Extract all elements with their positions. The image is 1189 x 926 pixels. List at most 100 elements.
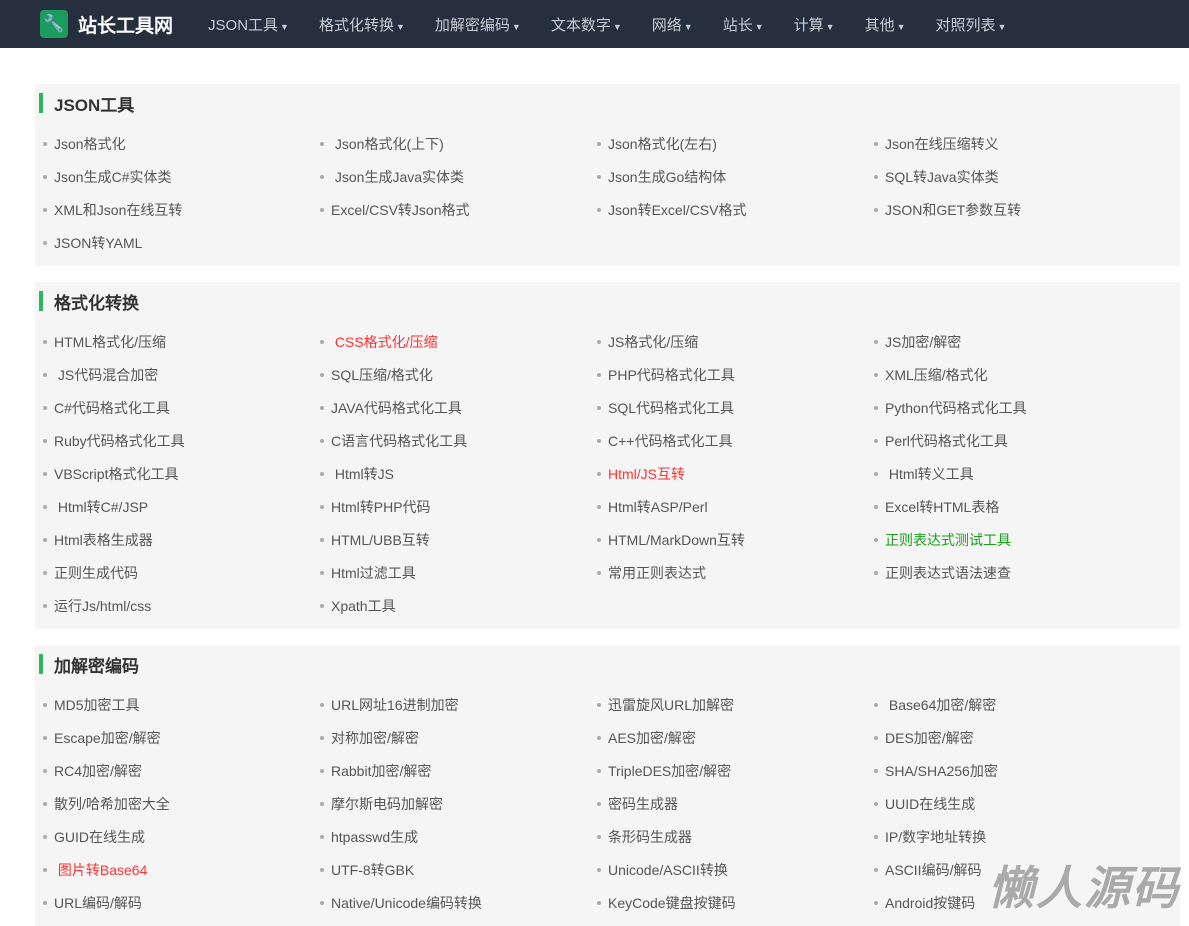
tool-link[interactable]: 常用正则表达式: [597, 556, 874, 589]
tool-link[interactable]: JS格式化/压缩: [597, 325, 874, 358]
tool-link-label: KeyCode键盘按键码: [608, 894, 736, 911]
tool-link[interactable]: Xpath工具: [320, 589, 597, 622]
tool-link[interactable]: 正则表达式测试工具: [874, 523, 1151, 556]
tool-link[interactable]: PHP代码格式化工具: [597, 358, 874, 391]
nav-menu-1[interactable]: 格式化转换 ▼: [304, 14, 420, 35]
tool-link-label: GUID在线生成: [54, 828, 145, 845]
tool-link[interactable]: Json在线压缩转义: [874, 127, 1151, 160]
tool-link[interactable]: Html转JS: [320, 457, 597, 490]
tool-link[interactable]: Json生成Java实体类: [320, 160, 597, 193]
tool-link[interactable]: XML压缩/格式化: [874, 358, 1151, 391]
tool-link[interactable]: RC4加密/解密: [43, 754, 320, 787]
tool-grid: HTML格式化/压缩 CSS格式化/压缩 JS格式化/压缩 JS加密/解密 JS代码…: [35, 325, 1180, 622]
tool-link[interactable]: SQL压缩/格式化: [320, 358, 597, 391]
tool-link[interactable]: Html转ASP/Perl: [597, 490, 874, 523]
tool-link[interactable]: Excel转HTML表格: [874, 490, 1151, 523]
bullet-icon: [874, 207, 878, 212]
tool-link[interactable]: JS代码混合加密: [43, 358, 320, 391]
tool-link[interactable]: CSS格式化/压缩: [320, 325, 597, 358]
tool-link[interactable]: HTML/UBB互转: [320, 523, 597, 556]
tool-link[interactable]: MD5加密工具: [43, 688, 320, 721]
tool-link[interactable]: VBScript格式化工具: [43, 457, 320, 490]
tool-link-label: C语言代码格式化工具: [331, 432, 468, 449]
tool-link[interactable]: 运行Js/html/css: [43, 589, 320, 622]
tool-link[interactable]: DES加密/解密: [874, 721, 1151, 754]
tool-link-label: Html转PHP代码: [331, 498, 431, 515]
tool-link[interactable]: TripleDES加密/解密: [597, 754, 874, 787]
tool-link[interactable]: 对称加密/解密: [320, 721, 597, 754]
tool-link[interactable]: HTML/MarkDown互转: [597, 523, 874, 556]
bullet-icon: [43, 471, 47, 476]
tool-link[interactable]: Html转义工具: [874, 457, 1151, 490]
nav-menu-3[interactable]: 文本数字 ▼: [536, 14, 637, 35]
tool-link[interactable]: 散列/哈希加密大全: [43, 787, 320, 820]
tool-link-label: C++代码格式化工具: [608, 432, 733, 449]
section-1: 格式化转换 HTML格式化/压缩 CSS格式化/压缩 JS格式化/压缩 JS加密/解密…: [35, 282, 1180, 629]
tool-link[interactable]: Base64加密/解密: [874, 688, 1151, 721]
nav-menu-2[interactable]: 加解密编码 ▼: [420, 14, 536, 35]
tool-link[interactable]: 正则表达式语法速查: [874, 556, 1151, 589]
tool-link[interactable]: Escape加密/解密: [43, 721, 320, 754]
tool-link[interactable]: Json格式化(上下): [320, 127, 597, 160]
tool-link[interactable]: URL网址16进制加密: [320, 688, 597, 721]
tool-link[interactable]: Rabbit加密/解密: [320, 754, 597, 787]
tool-link-label: 常用正则表达式: [608, 564, 706, 581]
tool-link[interactable]: Native/Unicode编码转换: [320, 886, 597, 919]
tool-link[interactable]: Perl代码格式化工具: [874, 424, 1151, 457]
tool-link[interactable]: Unicode/ASCII转换: [597, 853, 874, 886]
tool-link[interactable]: Html/JS互转: [597, 457, 874, 490]
tool-link[interactable]: IP/数字地址转换: [874, 820, 1151, 853]
tool-link[interactable]: Python代码格式化工具: [874, 391, 1151, 424]
tool-link[interactable]: 图片转Base64: [43, 853, 320, 886]
tool-link[interactable]: Html表格生成器: [43, 523, 320, 556]
tool-link[interactable]: 迅雷旋风URL加解密: [597, 688, 874, 721]
nav-menu-5[interactable]: 站长 ▼: [708, 14, 779, 35]
tool-link[interactable]: C#代码格式化工具: [43, 391, 320, 424]
section-title: 格式化转换: [39, 291, 1180, 313]
bullet-icon: [320, 801, 324, 806]
tool-link[interactable]: 密码生成器: [597, 787, 874, 820]
tool-link[interactable]: JS加密/解密: [874, 325, 1151, 358]
tool-link[interactable]: SQL转Java实体类: [874, 160, 1151, 193]
tool-link[interactable]: C++代码格式化工具: [597, 424, 874, 457]
bullet-icon: [597, 438, 601, 443]
tool-link[interactable]: UTF-8转GBK: [320, 853, 597, 886]
tool-link[interactable]: Json格式化(左右): [597, 127, 874, 160]
tool-link[interactable]: Html过滤工具: [320, 556, 597, 589]
nav-menu-6[interactable]: 计算 ▼: [779, 14, 850, 35]
tool-link[interactable]: Html转C#/JSP: [43, 490, 320, 523]
nav-menu-7[interactable]: 其他 ▼: [850, 14, 921, 35]
bullet-icon: [320, 174, 324, 179]
tool-link[interactable]: Excel/CSV转Json格式: [320, 193, 597, 226]
tool-link[interactable]: SHA/SHA256加密: [874, 754, 1151, 787]
tool-link[interactable]: UUID在线生成: [874, 787, 1151, 820]
tool-link[interactable]: JSON和GET参数互转: [874, 193, 1151, 226]
tool-link[interactable]: Html转PHP代码: [320, 490, 597, 523]
tool-link[interactable]: GUID在线生成: [43, 820, 320, 853]
tool-link[interactable]: URL编码/解码: [43, 886, 320, 919]
tool-link[interactable]: AES加密/解密: [597, 721, 874, 754]
tool-link[interactable]: C语言代码格式化工具: [320, 424, 597, 457]
nav-menu-0[interactable]: JSON工具 ▼: [193, 14, 304, 35]
tool-link-label: HTML/MarkDown互转: [608, 531, 745, 548]
tool-link[interactable]: JSON转YAML: [43, 226, 320, 259]
tool-link[interactable]: Ruby代码格式化工具: [43, 424, 320, 457]
tool-link[interactable]: 条形码生成器: [597, 820, 874, 853]
tool-link[interactable]: Json转Excel/CSV格式: [597, 193, 874, 226]
bullet-icon: [320, 339, 324, 344]
nav-menu-4[interactable]: 网络 ▼: [637, 14, 708, 35]
tool-link[interactable]: JAVA代码格式化工具: [320, 391, 597, 424]
bullet-icon: [320, 900, 324, 905]
tool-link[interactable]: Json生成C#实体类: [43, 160, 320, 193]
tool-link[interactable]: Json格式化: [43, 127, 320, 160]
tool-link[interactable]: HTML格式化/压缩: [43, 325, 320, 358]
tool-link[interactable]: 摩尔斯电码加解密: [320, 787, 597, 820]
tool-link[interactable]: htpasswd生成: [320, 820, 597, 853]
tool-link[interactable]: XML和Json在线互转: [43, 193, 320, 226]
site-logo[interactable]: 🔧 站长工具网: [40, 10, 173, 38]
tool-link[interactable]: KeyCode键盘按键码: [597, 886, 874, 919]
tool-link[interactable]: Json生成Go结构体: [597, 160, 874, 193]
tool-link[interactable]: 正则生成代码: [43, 556, 320, 589]
tool-link[interactable]: SQL代码格式化工具: [597, 391, 874, 424]
nav-menu-8[interactable]: 对照列表 ▼: [921, 14, 1022, 35]
